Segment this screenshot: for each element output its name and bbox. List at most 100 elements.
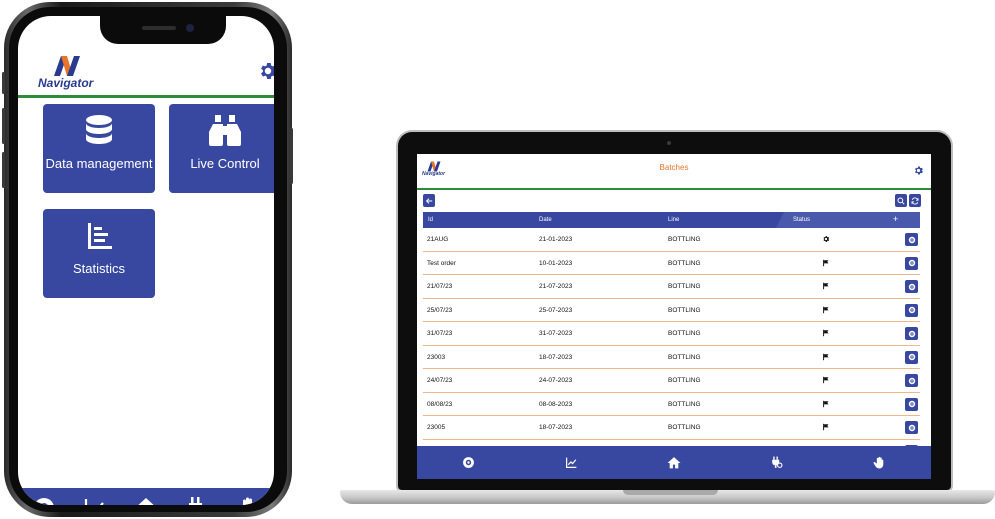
table-row[interactable]: Test order 10-01-2023 BOTTLING (423, 252, 920, 275)
flag-icon (822, 376, 830, 384)
cell-line: BOTTLING (668, 236, 701, 243)
page-title: Batches (659, 163, 689, 172)
phone-camera (186, 24, 194, 32)
hand-stop-icon[interactable] (235, 495, 261, 505)
cell-date: 21-07-2023 (539, 283, 573, 290)
search-button[interactable] (895, 194, 907, 207)
cell-date: 24-07-2023 (539, 377, 573, 384)
tile-statistics[interactable]: Statistics (43, 209, 155, 298)
flag-icon (822, 423, 830, 431)
table-row[interactable]: 23003 18-07-2023 BOTTLING (423, 346, 920, 369)
column-header-id[interactable]: Id (428, 217, 433, 223)
database-icon (86, 115, 112, 144)
tile-data-management[interactable]: Data management (43, 104, 155, 193)
cell-date: 08-08-2023 (539, 400, 573, 408)
hand-stop-icon[interactable] (873, 456, 887, 470)
cell-line: BOTTLING (668, 330, 701, 337)
view-batch-button[interactable] (905, 327, 918, 340)
bottom-navigation (417, 446, 931, 479)
cell-line: BOTTLING (668, 353, 701, 361)
table-row[interactable]: 24/07/23 24-07-2023 BOTTLING (423, 369, 920, 393)
tile-label: Live Control (190, 156, 260, 171)
view-batch-button[interactable] (905, 256, 918, 270)
cell-id: 23005 (427, 424, 446, 431)
view-batch-button[interactable] (905, 280, 918, 293)
eye-icon[interactable] (461, 456, 475, 470)
tile-label: Data management (45, 156, 153, 171)
table-row[interactable]: 21AUG 21-01-2023 BOTTLING (423, 228, 920, 252)
column-header-date[interactable]: Date (539, 217, 552, 223)
view-batch-button[interactable] (905, 374, 918, 387)
cell-id: 21AUG (427, 236, 449, 243)
table-row[interactable]: 08/08/23 08-08-2023 BOTTLING (423, 393, 920, 416)
table-row[interactable]: 25/07/23 25-07-2023 BOTTLING (423, 299, 920, 322)
view-batch-button[interactable] (905, 233, 918, 246)
cell-date: 21-01-2023 (539, 236, 573, 243)
home-icon[interactable] (667, 456, 681, 470)
app-header: Navigator Batches (417, 154, 931, 188)
flag-icon (822, 259, 830, 267)
view-batch-button[interactable] (905, 421, 918, 434)
cell-date: 25-07-2023 (539, 306, 573, 314)
gear-icon (822, 235, 830, 243)
line-chart-icon[interactable] (564, 456, 578, 470)
cell-id: Test order (427, 259, 456, 267)
laptop-camera (667, 141, 671, 145)
eye-icon[interactable] (31, 495, 57, 505)
header-divider (417, 188, 931, 190)
laptop-screen: Navigator Batches Id Date Line Status + … (417, 154, 931, 479)
cell-date: 18-07-2023 (539, 424, 573, 431)
navigator-logo-mark (53, 56, 80, 76)
laptop-base-notch (623, 490, 718, 495)
binoculars-icon (209, 115, 241, 146)
view-batch-button[interactable] (905, 303, 918, 317)
view-batch-button[interactable] (905, 350, 918, 364)
line-chart-icon[interactable] (82, 495, 108, 505)
tile-live-control[interactable]: Live Control (169, 104, 274, 193)
phone-volume-up-button (2, 108, 5, 144)
cell-id: 08/08/23 (427, 400, 453, 408)
phone-volume-down-button (2, 152, 5, 188)
flag-icon (822, 400, 830, 408)
cell-line: BOTTLING (668, 306, 701, 314)
back-arrow-icon (425, 197, 433, 204)
cell-date: 10-01-2023 (539, 259, 573, 267)
navigator-logo[interactable]: Navigator (38, 56, 93, 89)
search-icon (897, 196, 905, 205)
header-divider (18, 95, 274, 98)
view-batch-button[interactable] (905, 397, 918, 411)
table-row[interactable]: 31/07/23 31-07-2023 BOTTLING (423, 322, 920, 346)
home-icon[interactable] (133, 495, 159, 505)
cell-date: 18-07-2023 (539, 353, 573, 361)
cell-line: BOTTLING (668, 259, 701, 267)
flag-icon (822, 329, 830, 337)
settings-gear-icon[interactable] (913, 165, 924, 176)
flag-icon (822, 282, 830, 290)
cell-line: BOTTLING (668, 283, 701, 290)
logo-text: Navigator (38, 76, 94, 90)
cell-date: 31-07-2023 (539, 330, 573, 337)
bar-chart-icon (88, 223, 112, 249)
phone-side-button (2, 72, 5, 94)
refresh-button[interactable] (909, 194, 921, 207)
column-header-line[interactable]: Line (668, 217, 679, 223)
cell-id: 31/07/23 (427, 330, 453, 337)
table-row[interactable]: 21/07/23 21-07-2023 BOTTLING (423, 275, 920, 299)
table-row[interactable]: 23005 18-07-2023 BOTTLING (423, 416, 920, 440)
column-header-status[interactable]: Status (793, 217, 810, 223)
cell-line: BOTTLING (668, 400, 701, 408)
cell-id: 21/07/23 (427, 283, 453, 290)
cell-id: 24/07/23 (427, 377, 453, 384)
flag-icon (822, 353, 830, 361)
phone-power-button (290, 128, 293, 184)
back-button[interactable] (423, 194, 435, 207)
batches-table-body: 21AUG 21-01-2023 BOTTLING Test order 10-01-2… (423, 228, 920, 446)
tile-label: Statistics (72, 261, 125, 276)
cell-line: BOTTLING (668, 424, 701, 431)
plug-off-icon[interactable] (184, 495, 210, 505)
table-header: Id Date Line Status + (423, 212, 920, 228)
plug-off-icon[interactable] (770, 456, 784, 470)
settings-gear-icon[interactable] (257, 60, 274, 82)
add-batch-button[interactable]: + (893, 214, 898, 224)
phone-notch (100, 16, 226, 44)
